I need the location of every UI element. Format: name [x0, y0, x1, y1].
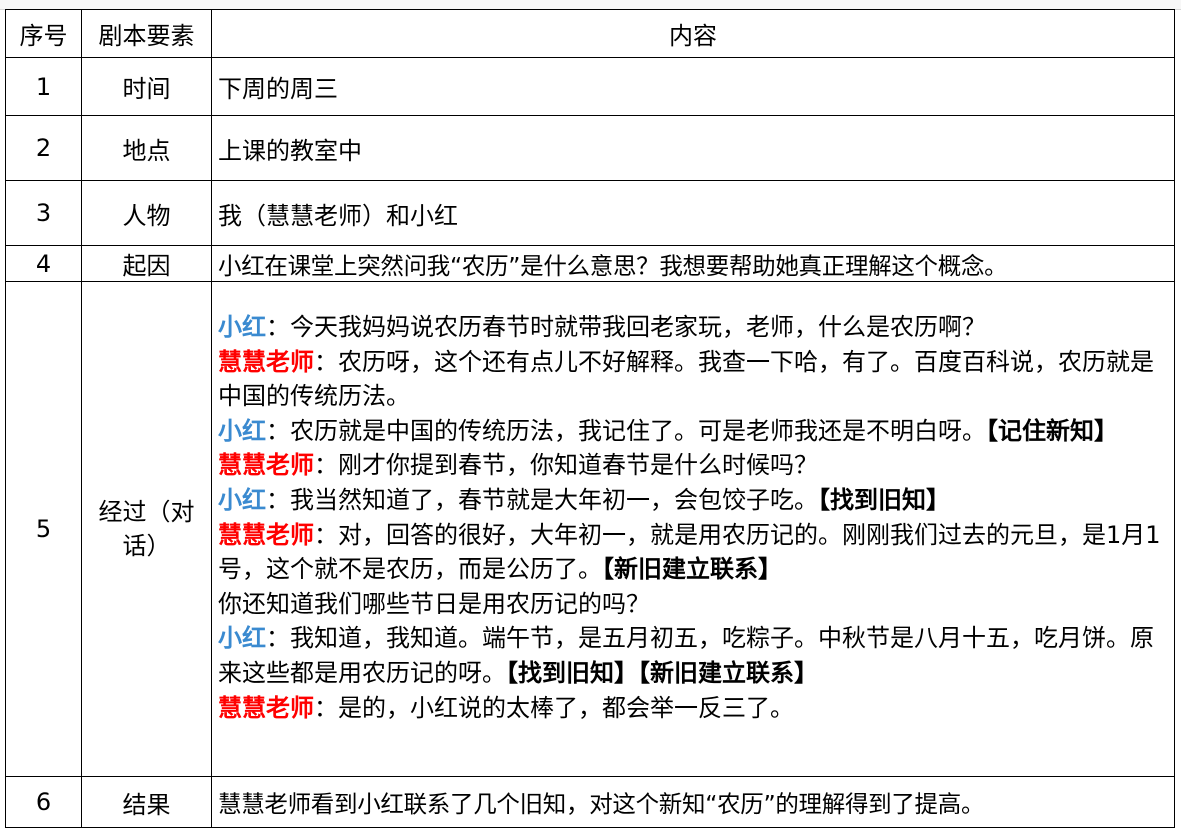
dialogue-line: 你还知道我们哪些节日是用农历记的吗？: [218, 587, 1168, 622]
speaker-name: 慧慧老师: [218, 347, 314, 376]
dialogue-text: ：农历就是中国的传统历法，我记住了。可是老师我还是不明白呀。: [266, 416, 986, 445]
table-row: 4 起因 小红在课堂上突然问我“农历”是什么意思？我想要帮助她真正理解这个概念。: [5, 245, 1175, 282]
cell-no: 6: [5, 776, 82, 828]
speaker-name: 小红: [218, 313, 266, 341]
dialogue-line: 小红：农历就是中国的传统历法，我记住了。可是老师我还是不明白呀。【记住新知】: [218, 414, 1168, 449]
dialogue-line: 小红：我知道，我知道。端午节，是五月初五，吃粽子。中秋节是八月十五，吃月饼。原来…: [218, 621, 1168, 690]
header-no: 序号: [5, 9, 82, 58]
table-row: 5 经过（对话） 小红：今天我妈妈说农历春节时就带我回老家玩，老师，什么是农历啊…: [5, 281, 1175, 777]
dialogue-block: 小红：今天我妈妈说农历春节时就带我回老家玩，老师，什么是农历啊？ 慧慧老师：农历呀…: [218, 282, 1168, 725]
speaker-name: 慧慧老师: [218, 520, 314, 549]
cell-element: 经过（对话）: [81, 281, 212, 777]
dialogue-cell: 小红：今天我妈妈说农历春节时就带我回老家玩，老师，什么是农历啊？ 慧慧老师：农历呀…: [211, 281, 1175, 777]
cell-element-text: 经过（对话）: [98, 498, 195, 560]
cell-element: 时间: [81, 57, 212, 116]
cell-no: 4: [5, 245, 82, 282]
speaker-name: 小红: [218, 624, 266, 653]
cell-element: 起因: [81, 245, 212, 282]
dialogue-line: 慧慧老师：对，回答的很好，大年初一，就是用农历记的。刚刚我们过去的元旦，是1月1…: [218, 518, 1168, 587]
dialogue-text: ：农历呀，这个还有点儿不好解释。我查一下哈，有了。百度百科说，农历就是中国的传统…: [218, 347, 1154, 411]
speaker-name: 慧慧老师: [218, 693, 314, 722]
cell-content: 我（慧慧老师）和小红: [211, 180, 1175, 246]
header-row: 序号 剧本要素 内容: [5, 9, 1175, 58]
speaker-name: 小红: [218, 485, 266, 514]
dialogue-line: 小红：今天我妈妈说农历春节时就带我回老家玩，老师，什么是农历啊？: [218, 310, 1168, 345]
cell-no: 1: [5, 57, 82, 116]
table-row: 1 时间 下周的周三: [5, 57, 1175, 116]
speaker-name: 慧慧老师: [218, 451, 314, 480]
cell-element: 人物: [81, 180, 212, 246]
cell-content: 下周的周三: [211, 57, 1175, 116]
dialogue-text: ：刚才你提到春节，你知道春节是什么时候吗？: [314, 451, 818, 480]
dialogue-line: 慧慧老师：刚才你提到春节，你知道春节是什么时候吗？: [218, 448, 1168, 483]
header-content: 内容: [211, 9, 1175, 58]
dialogue-text: ：我当然知道了，春节就是大年初一，会包饺子吃。: [266, 485, 818, 514]
dialogue-text: 你还知道我们哪些节日是用农历记的吗？: [218, 589, 650, 618]
dialogue-text: ：今天我妈妈说农历春节时就带我回老家玩，老师，什么是农历啊？: [266, 313, 986, 341]
table-row: 3 人物 我（慧慧老师）和小红: [5, 180, 1175, 246]
dialogue-line: 慧慧老师：农历呀，这个还有点儿不好解释。我查一下哈，有了。百度百科说，农历就是中…: [218, 345, 1168, 414]
speaker-name: 小红: [218, 416, 266, 445]
cell-content: 小红在课堂上突然问我“农历”是什么意思？我想要帮助她真正理解这个概念。: [211, 245, 1175, 282]
annotation-tag: 【记住新知】: [986, 416, 1118, 445]
annotation-tag: 【找到旧知】: [818, 485, 950, 514]
cell-element: 结果: [81, 776, 212, 828]
table-row: 6 结果 慧慧老师看到小红联系了几个旧知，对这个新知“农历”的理解得到了提高。: [5, 776, 1175, 828]
script-elements-table: 序号 剧本要素 内容 1 时间 下周的周三 2 地点 上课的教室中 3 人物 我…: [5, 9, 1175, 828]
cell-content: 慧慧老师看到小红联系了几个旧知，对这个新知“农历”的理解得到了提高。: [211, 776, 1175, 828]
table-row: 2 地点 上课的教室中: [5, 115, 1175, 181]
annotation-tag: 【找到旧知】【新旧建立联系】: [506, 658, 818, 687]
dialogue-line: 小红：我当然知道了，春节就是大年初一，会包饺子吃。【找到旧知】: [218, 483, 1168, 518]
header-element: 剧本要素: [81, 9, 212, 58]
cell-no: 2: [5, 115, 82, 181]
cell-no: 3: [5, 180, 82, 246]
dialogue-text: ：是的，小红说的太棒了，都会举一反三了。: [314, 693, 794, 722]
annotation-tag: 【新旧建立联系】: [602, 555, 782, 584]
cell-content: 上课的教室中: [211, 115, 1175, 181]
dialogue-line: 慧慧老师：是的，小红说的太棒了，都会举一反三了。: [218, 691, 1168, 726]
cell-no: 5: [5, 281, 82, 777]
cell-element: 地点: [81, 115, 212, 181]
